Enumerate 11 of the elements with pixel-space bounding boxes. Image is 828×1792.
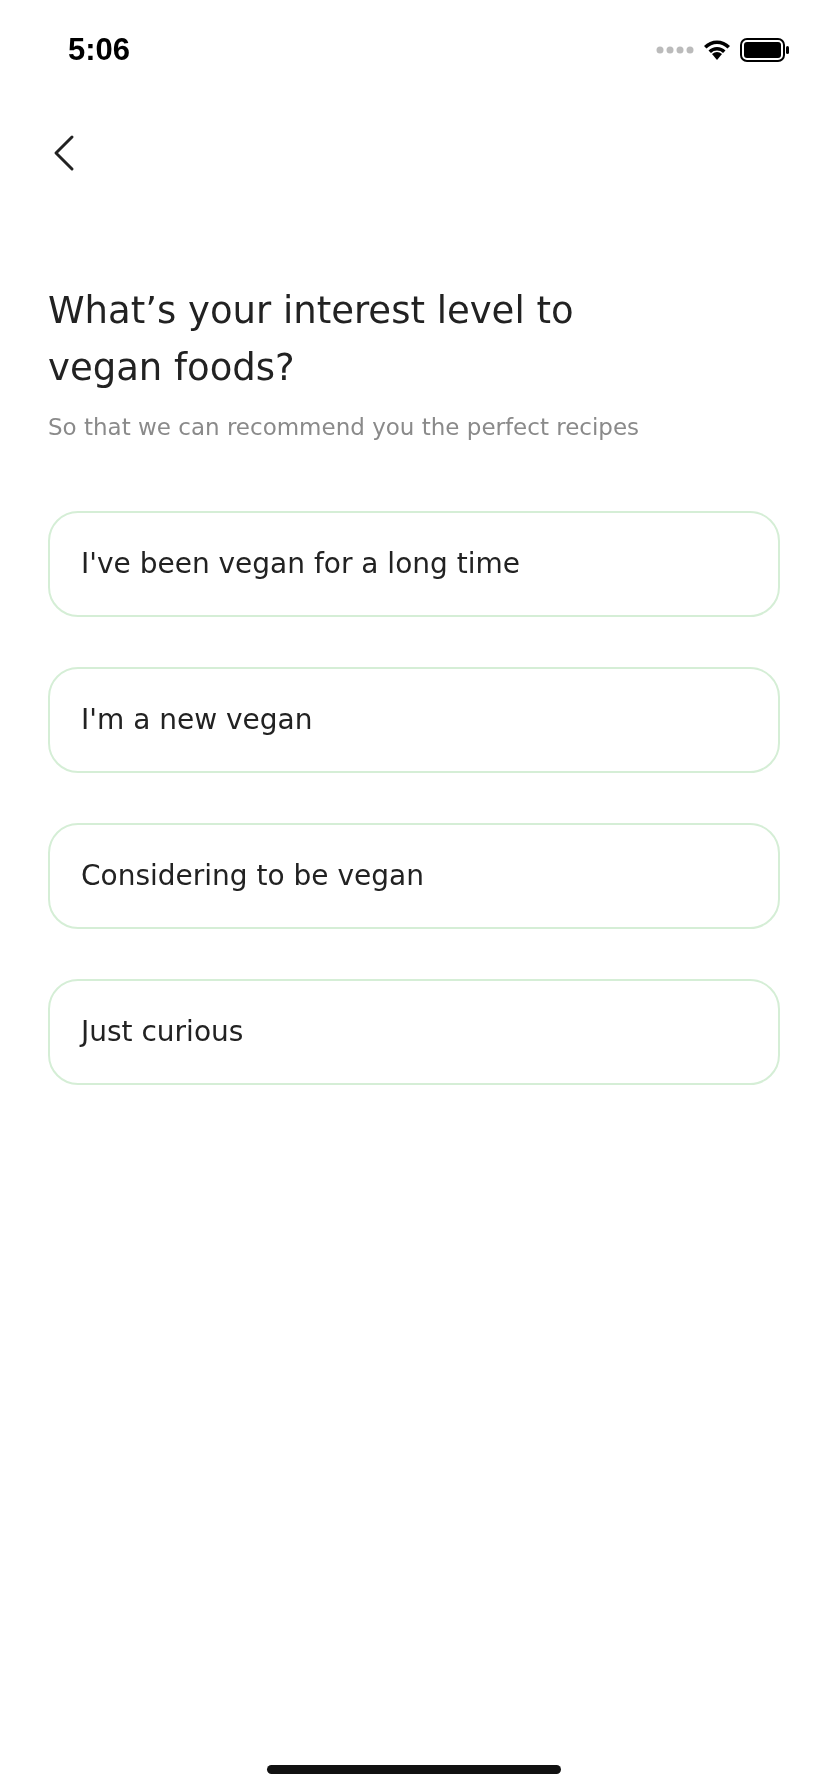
question-subtitle: So that we can recommend you the perfect recipes: [48, 413, 641, 442]
option-button[interactable]: I'm a new vegan: [48, 666, 780, 773]
option-button[interactable]: Considering to be vegan: [48, 822, 780, 929]
question-title: What’s your interest level to vegan foods?: [48, 288, 575, 391]
option-button[interactable]: I've been vegan for a long time: [48, 510, 780, 617]
option-button[interactable]: Just curious: [48, 978, 780, 1085]
status-time: 5:06: [68, 30, 131, 69]
back-icon: [52, 134, 76, 172]
wifi-icon: [702, 39, 732, 61]
signal-icon: [656, 46, 694, 54]
battery-icon: [740, 38, 790, 62]
